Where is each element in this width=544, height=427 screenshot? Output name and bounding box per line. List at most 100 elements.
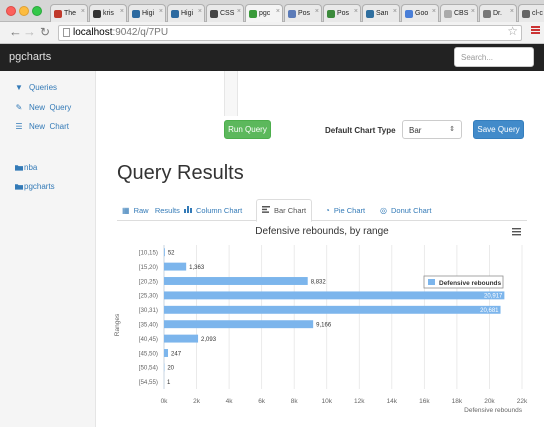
browser-tab[interactable]: CBS × <box>440 4 478 22</box>
y-tick-label: [30,31) <box>139 307 158 314</box>
browser-tab-label: kris <box>103 10 114 17</box>
close-tab-icon[interactable]: × <box>198 8 202 15</box>
back-icon[interactable]: ← <box>9 25 22 39</box>
browser-tab-label: Dr. <box>493 10 502 17</box>
close-tab-icon[interactable]: × <box>81 8 85 15</box>
tab-pie-chart[interactable]: ◔ Pie Chart <box>320 199 370 221</box>
favicon-icon <box>249 9 257 18</box>
sidebar: ▼ Queries ✎ New Query ☰ New Chart nba pg… <box>0 71 96 427</box>
browser-tab[interactable]: Goo × <box>401 4 439 22</box>
browser-tab[interactable]: Dr. × <box>479 4 517 22</box>
close-tab-icon[interactable]: × <box>237 8 241 15</box>
y-axis-title: Ranges <box>114 313 121 336</box>
tab-label: Bar Chart <box>274 206 307 215</box>
favicon-icon <box>522 9 530 18</box>
browser-tab[interactable]: Higi × <box>167 4 205 22</box>
sidebar-folder-nba[interactable]: nba <box>15 163 37 172</box>
pie-chart-icon: ◔ <box>325 205 330 215</box>
maximize-window-button[interactable] <box>32 6 42 16</box>
search-input[interactable] <box>454 47 534 67</box>
favicon-icon <box>366 9 374 18</box>
minimize-window-button[interactable] <box>19 6 29 16</box>
browser-tab[interactable]: Pos × <box>323 4 361 22</box>
data-label: 20,917 <box>484 294 503 300</box>
close-tab-icon[interactable]: × <box>393 8 397 15</box>
close-tab-icon[interactable]: × <box>120 8 124 15</box>
browser-tab[interactable]: The × <box>50 4 88 22</box>
chart-menu-icon[interactable] <box>512 228 521 236</box>
browser-menu-icon[interactable] <box>531 26 540 35</box>
chart-type-select[interactable]: Bar ⇕ <box>402 120 462 139</box>
browser-tab[interactable]: pgc × <box>245 4 283 22</box>
x-tick-label: 10k <box>321 398 332 405</box>
browser-tab-label: Higi <box>142 10 155 17</box>
browser-tab-label: Higi <box>181 10 194 17</box>
tab-raw-results[interactable]: ▦ Raw Results <box>117 199 185 221</box>
y-tick-label: [35,40) <box>139 322 158 329</box>
sidebar-folder-pgcharts[interactable]: pgcharts <box>15 182 55 191</box>
close-tab-icon[interactable]: × <box>315 8 319 15</box>
reload-icon[interactable]: ↻ <box>40 25 50 39</box>
x-tick-label: 12k <box>354 398 365 405</box>
folder-label: pgcharts <box>24 182 55 191</box>
sidebar-item-new-query[interactable]: ✎ New Query <box>15 103 72 112</box>
sidebar-item-label: Queries <box>29 83 58 92</box>
favicon-icon <box>132 9 140 18</box>
query-editor[interactable] <box>224 71 238 116</box>
y-tick-label: [40,45) <box>139 336 158 343</box>
page-icon <box>63 28 70 37</box>
y-tick-label: [20,25) <box>139 278 158 285</box>
browser-tab-label: Goo <box>415 10 429 17</box>
column-chart-icon <box>184 205 192 215</box>
x-tick-label: 18k <box>452 398 463 405</box>
close-tab-icon[interactable]: × <box>159 8 163 15</box>
folder-open-icon <box>15 183 23 191</box>
close-tab-icon[interactable]: × <box>510 8 514 15</box>
close-tab-icon[interactable]: × <box>432 8 436 15</box>
bar <box>164 320 314 329</box>
sidebar-item-new-chart[interactable]: ☰ New Chart <box>15 122 69 131</box>
close-tab-icon[interactable]: × <box>276 8 280 15</box>
forward-icon[interactable]: → <box>23 25 36 39</box>
app-brand[interactable]: pgcharts <box>9 51 51 63</box>
close-tab-icon[interactable]: × <box>354 8 358 15</box>
browser-tab-label: CBS <box>454 10 469 17</box>
favicon-icon <box>405 9 413 18</box>
x-tick-label: 14k <box>387 398 398 405</box>
folder-label: nba <box>24 163 38 172</box>
save-query-button[interactable]: Save Query <box>473 120 524 139</box>
select-caret-icon: ⇕ <box>449 126 455 133</box>
tab-column-chart[interactable]: Column Chart <box>179 199 247 221</box>
y-tick-label: [10,15) <box>139 250 158 257</box>
default-chart-type-label: Default Chart Type <box>325 126 396 135</box>
browser-tab-label: cl-c <box>532 10 543 17</box>
data-label: 20 <box>167 366 174 372</box>
browser-tab[interactable]: Pos × <box>284 4 322 22</box>
data-label: 9,166 <box>316 323 332 329</box>
run-query-button[interactable]: Run Query <box>224 120 271 139</box>
browser-tab[interactable]: kris × <box>89 4 127 22</box>
tab-donut-chart[interactable]: ◎ Donut Chart <box>375 199 436 221</box>
tab-bar-chart[interactable]: Bar Chart <box>256 199 313 222</box>
pencil-icon: ✎ <box>15 103 23 112</box>
data-label: 247 <box>171 351 182 357</box>
favicon-icon <box>444 9 452 18</box>
url-field[interactable]: localhost:9042/q/7PU <box>58 25 522 41</box>
browser-tab[interactable]: Higi × <box>128 4 166 22</box>
bar <box>164 262 187 271</box>
sidebar-item-queries[interactable]: ▼ Queries <box>15 83 57 92</box>
close-window-button[interactable] <box>6 6 16 16</box>
chart-legend[interactable]: Defensive rebounds <box>423 275 504 289</box>
x-tick-label: 16k <box>419 398 430 405</box>
close-tab-icon[interactable]: × <box>471 8 475 15</box>
chart-type-value: Bar <box>409 126 422 135</box>
bar-chart: Defensive rebounds, by range 0k 2k 4k 6k 8k 1… <box>114 226 528 414</box>
bar <box>164 248 165 257</box>
browser-tab[interactable]: San × <box>362 4 400 22</box>
browser-tab[interactable]: CSS × <box>206 4 244 22</box>
data-label: 1,363 <box>189 265 205 271</box>
bookmark-star-icon[interactable]: ☆ <box>507 24 518 38</box>
tab-label: Pie Chart <box>333 205 366 215</box>
browser-tab[interactable]: cl-c× <box>518 4 544 22</box>
favicon-icon <box>93 9 101 18</box>
